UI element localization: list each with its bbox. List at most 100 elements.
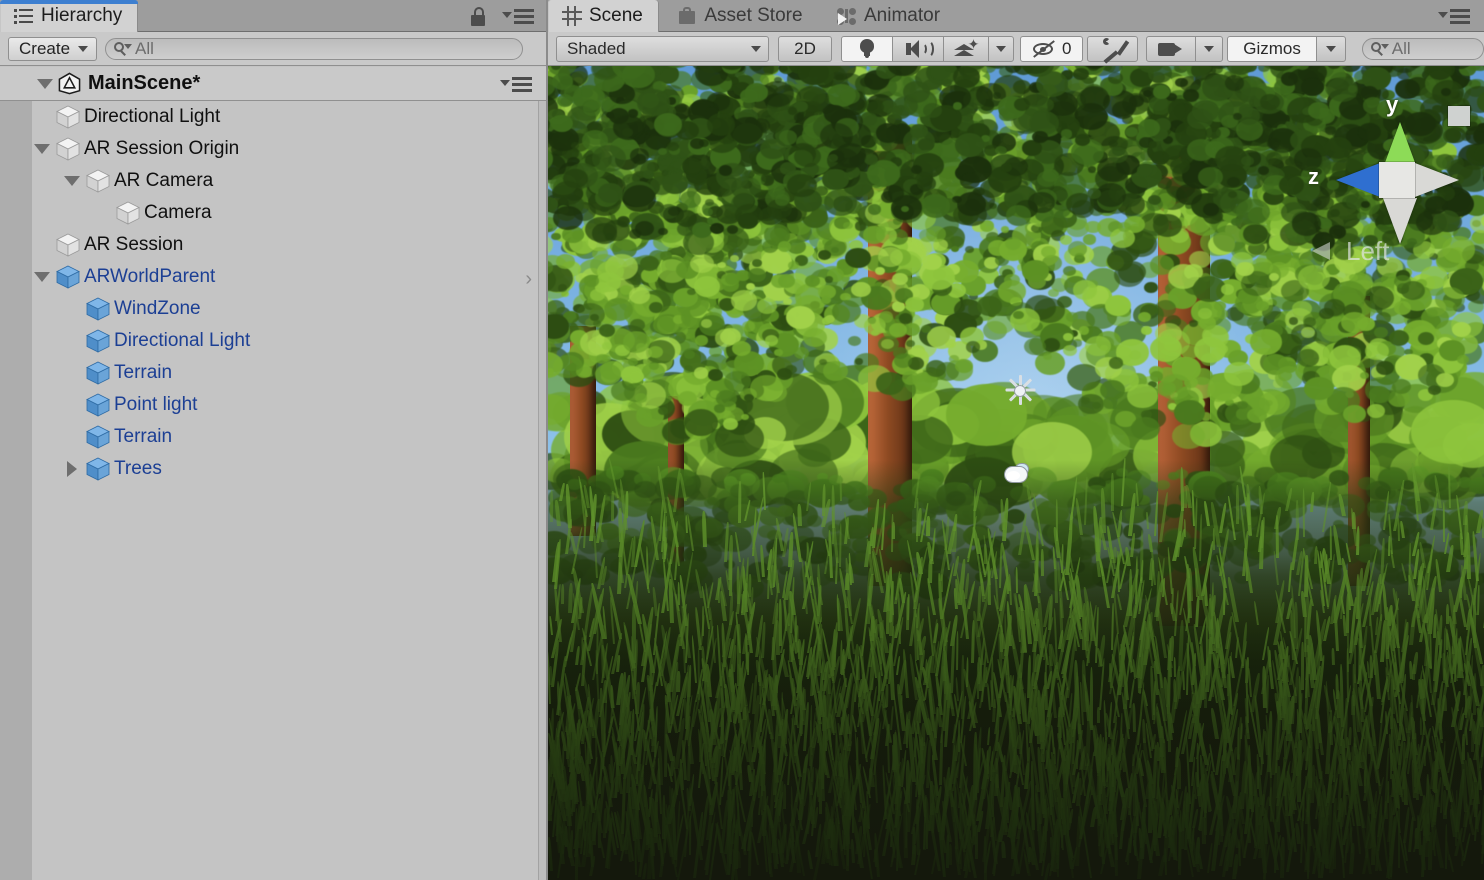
hierarchy-row-label: AR Camera xyxy=(114,170,214,191)
hierarchy-row-label: Terrain xyxy=(114,426,173,447)
gizmos-group: Gizmos xyxy=(1227,35,1347,62)
eye-off-icon xyxy=(1032,39,1056,58)
hierarchy-row-label: Camera xyxy=(144,202,212,223)
hierarchy-row-trees[interactable]: Trees xyxy=(32,453,538,485)
hierarchy-row-point-light[interactable]: Point light xyxy=(32,389,538,421)
hierarchy-panel-menu-icon[interactable] xyxy=(502,7,536,25)
hierarchy-row-ar-session-origin[interactable]: AR Session Origin xyxy=(32,133,538,165)
scene-panel: Scene Asset Store Animator Shaded 2D ✦ 0… xyxy=(548,0,1484,880)
create-button[interactable]: Create xyxy=(8,36,98,61)
scene-camera-group xyxy=(1146,35,1224,62)
tab-hierarchy-label: Hierarchy xyxy=(41,5,123,26)
hierarchy-search-value: All xyxy=(135,38,154,58)
hierarchy-row-label: Trees xyxy=(114,458,162,479)
twisty-collapsed-icon[interactable] xyxy=(62,461,82,477)
gameobject-cube-icon xyxy=(82,328,114,354)
lighting-toggle-button[interactable] xyxy=(841,35,894,62)
gameobject-cube-icon xyxy=(52,104,84,130)
gameobject-cube-icon xyxy=(112,200,144,226)
hierarchy-search-input[interactable]: All xyxy=(105,37,524,60)
scene-camera-button[interactable] xyxy=(1146,35,1197,62)
scene-view-toggles: ✦ xyxy=(841,35,1015,62)
axis-cone-x-negative[interactable] xyxy=(1415,163,1459,197)
shading-mode-dropdown[interactable]: Shaded xyxy=(556,35,769,62)
hierarchy-row-windzone[interactable]: WindZone xyxy=(32,293,538,325)
tab-asset-store[interactable]: Asset Store xyxy=(663,0,818,32)
chevron-down-icon xyxy=(996,45,1007,52)
hierarchy-tabbar: Hierarchy xyxy=(0,0,548,32)
axis-label-y: y xyxy=(1386,92,1399,117)
gizmos-button[interactable]: Gizmos xyxy=(1227,35,1318,62)
scene-grid-icon xyxy=(562,6,582,26)
chevron-down-icon xyxy=(1326,45,1337,52)
search-icon xyxy=(1370,41,1389,56)
tab-hierarchy[interactable]: Hierarchy xyxy=(0,0,139,32)
hierarchy-row-arworldparent[interactable]: ARWorldParent › xyxy=(32,261,538,293)
scene-context-menu-icon[interactable] xyxy=(500,75,534,93)
hierarchy-gutter xyxy=(0,101,32,880)
gameobject-cube-icon xyxy=(82,168,114,194)
create-button-label: Create xyxy=(19,38,71,58)
hidden-objects-button[interactable]: 0 xyxy=(1020,35,1084,62)
hierarchy-row-label: AR Session xyxy=(84,234,184,255)
axis-cone-z[interactable] xyxy=(1336,163,1380,197)
scene-toolbar: Shaded 2D ✦ 0 Gizmos All xyxy=(548,32,1484,66)
toggle-2d-label: 2D xyxy=(794,38,816,58)
perspective-toggle-icon[interactable] xyxy=(1312,242,1330,260)
hierarchy-row-label: Directional Light xyxy=(114,330,251,351)
unity-scene-icon xyxy=(58,72,81,95)
tab-scene[interactable]: Scene xyxy=(548,0,659,32)
scene-corner-cube-icon xyxy=(1448,106,1470,126)
shading-mode-value: Shaded xyxy=(567,38,626,58)
speaker-icon xyxy=(905,39,935,59)
scene-panel-menu-icon[interactable] xyxy=(1438,7,1472,25)
hierarchy-row-label: ARWorldParent xyxy=(84,266,216,287)
axis-gizmo-center-cube[interactable] xyxy=(1379,162,1415,198)
hierarchy-list-icon xyxy=(14,6,34,26)
scene-search-input[interactable]: All xyxy=(1361,37,1484,60)
prefab-cube-icon xyxy=(52,264,84,290)
hierarchy-rows: Directional Light AR Session Origin AR Cam… xyxy=(32,101,538,485)
hierarchy-row-ar-camera[interactable]: AR Camera xyxy=(32,165,538,197)
effects-layers-icon: ✦ xyxy=(953,37,979,59)
gizmos-label: Gizmos xyxy=(1243,38,1301,58)
prefab-open-chevron-icon[interactable]: › xyxy=(525,268,532,291)
light-bulb-icon xyxy=(856,38,878,59)
hierarchy-row-camera[interactable]: Camera xyxy=(32,197,538,229)
directional-light-gizmo[interactable] xyxy=(1003,374,1037,408)
scene-root-twisty[interactable] xyxy=(32,78,58,89)
scene-tabbar: Scene Asset Store Animator xyxy=(548,0,1484,32)
audio-toggle-button[interactable] xyxy=(892,35,945,62)
fx-toggle-button[interactable]: ✦ xyxy=(943,35,990,62)
scene-root-label: MainScene* xyxy=(88,72,201,94)
twisty-expanded-icon[interactable] xyxy=(62,176,82,186)
hierarchy-row-ar-session[interactable]: AR Session xyxy=(32,229,538,261)
hierarchy-row-terrain[interactable]: Terrain xyxy=(32,421,538,453)
gameobject-cube-icon xyxy=(52,232,84,258)
hidden-objects-count: 0 xyxy=(1062,38,1072,58)
tab-animator-label: Animator xyxy=(864,5,941,26)
hierarchy-row-directional-light[interactable]: Directional Light xyxy=(32,101,538,133)
scene-tools-button[interactable] xyxy=(1087,35,1139,64)
scene-root-row[interactable]: MainScene* xyxy=(0,67,548,101)
hierarchy-toolbar: Create All xyxy=(0,32,548,66)
gameobject-cube-icon xyxy=(82,296,114,322)
chevron-down-icon xyxy=(1204,45,1215,52)
unity-editor-window: Hierarchy Create All MainScene* Directio… xyxy=(0,0,1484,880)
hierarchy-row-directional-light[interactable]: Directional Light xyxy=(32,325,538,357)
fx-dropdown-button[interactable] xyxy=(988,35,1015,62)
tab-animator[interactable]: Animator xyxy=(823,0,956,32)
scene-camera-dropdown[interactable] xyxy=(1195,35,1224,62)
hierarchy-row-label: Point light xyxy=(114,394,198,415)
lock-icon[interactable] xyxy=(470,7,486,26)
hierarchy-tree: Directional Light AR Session Origin AR Cam… xyxy=(0,101,548,880)
scene-viewport[interactable]: y z Left xyxy=(548,66,1484,880)
gizmos-dropdown[interactable] xyxy=(1316,35,1347,62)
scene-axis-gizmo[interactable]: y z Left xyxy=(1302,84,1472,274)
hierarchy-row-label: Terrain xyxy=(114,362,173,383)
twisty-expanded-icon[interactable] xyxy=(32,144,52,154)
wind-zone-gizmo[interactable] xyxy=(1002,460,1032,490)
hierarchy-row-terrain[interactable]: Terrain xyxy=(32,357,538,389)
toggle-2d-button[interactable]: 2D xyxy=(778,35,832,62)
twisty-expanded-icon[interactable] xyxy=(32,272,52,282)
